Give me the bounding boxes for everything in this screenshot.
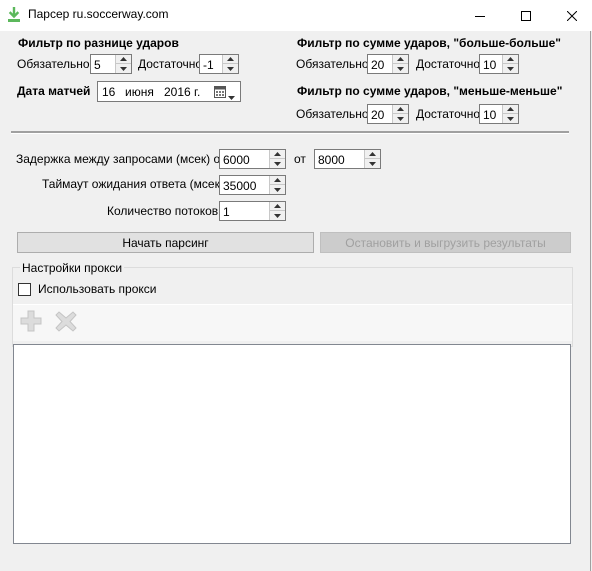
stepper-down-icon[interactable] xyxy=(270,211,285,220)
minimize-button[interactable] xyxy=(457,0,503,31)
sum-less-sufficient-label: Достаточно xyxy=(416,107,481,121)
sum-more-required-label: Обязательно xyxy=(296,57,369,71)
stepper-value: 5 xyxy=(94,58,101,72)
stepper-down-icon[interactable] xyxy=(116,64,131,73)
maximize-button[interactable] xyxy=(503,0,549,31)
stepper-down-icon[interactable] xyxy=(503,64,518,73)
delay-to-stepper[interactable]: 8000 xyxy=(314,149,381,169)
stepper-value: 20 xyxy=(371,108,385,122)
app-download-icon xyxy=(7,6,21,23)
stepper-up-icon[interactable] xyxy=(393,55,408,64)
stepper-value: 1 xyxy=(223,205,230,219)
stepper-value: 10 xyxy=(483,58,497,72)
close-button[interactable] xyxy=(549,0,592,31)
stepper-down-icon[interactable] xyxy=(393,64,408,73)
close-icon xyxy=(567,10,577,21)
start-parsing-button[interactable]: Начать парсинг xyxy=(17,232,314,253)
date-month: июня xyxy=(125,85,154,99)
delay-label: Задержка между запросами (мсек) от xyxy=(16,152,226,166)
stepper-up-icon[interactable] xyxy=(116,55,131,64)
match-date-picker[interactable]: 16 июня 2016 г. xyxy=(97,81,241,102)
use-proxy-checkbox[interactable] xyxy=(18,283,31,296)
stepper-up-icon[interactable] xyxy=(503,105,518,114)
shot-diff-required-stepper[interactable]: 5 xyxy=(90,54,132,74)
maximize-icon xyxy=(521,10,531,21)
stepper-up-icon[interactable] xyxy=(270,202,285,211)
date-year: 2016 г. xyxy=(164,85,201,99)
sum-less-sufficient-stepper[interactable]: 10 xyxy=(479,104,519,124)
stepper-value: 6000 xyxy=(223,153,250,167)
stepper-value: 35000 xyxy=(223,179,257,193)
match-date-label: Дата матчей xyxy=(17,84,91,98)
stepper-up-icon[interactable] xyxy=(365,150,380,159)
stepper-up-icon[interactable] xyxy=(393,105,408,114)
stepper-down-icon[interactable] xyxy=(223,64,238,73)
chevron-down-icon[interactable] xyxy=(228,89,235,103)
timeout-label: Таймаут ожидания ответа (мсек) xyxy=(42,177,224,191)
cross-icon[interactable] xyxy=(55,311,77,335)
stepper-up-icon[interactable] xyxy=(270,150,285,159)
use-proxy-label[interactable]: Использовать прокси xyxy=(38,282,157,296)
stepper-up-icon[interactable] xyxy=(503,55,518,64)
proxy-settings-title: Настройки прокси xyxy=(20,261,125,275)
stepper-value: 20 xyxy=(371,58,385,72)
sum-less-required-label: Обязательно xyxy=(296,107,369,121)
shot-diff-required-label: Обязательно xyxy=(17,57,90,71)
shot-diff-heading: Фильтр по разнице ударов xyxy=(18,36,179,50)
stop-and-export-button[interactable]: Остановить и выгрузить результаты xyxy=(320,232,571,253)
sum-more-sufficient-label: Достаточно xyxy=(416,57,481,71)
sum-less-required-stepper[interactable]: 20 xyxy=(367,104,409,124)
proxy-list[interactable] xyxy=(13,344,571,544)
stepper-up-icon[interactable] xyxy=(223,55,238,64)
threads-stepper[interactable]: 1 xyxy=(219,201,286,221)
stepper-value: 10 xyxy=(483,108,497,122)
stepper-down-icon[interactable] xyxy=(393,114,408,123)
sum-more-sufficient-stepper[interactable]: 10 xyxy=(479,54,519,74)
shot-diff-sufficient-stepper[interactable]: -1 xyxy=(199,54,239,74)
sum-more-required-stepper[interactable]: 20 xyxy=(367,54,409,74)
stepper-down-icon[interactable] xyxy=(503,114,518,123)
calendar-icon[interactable] xyxy=(214,85,226,101)
sum-less-heading: Фильтр по сумме ударов, "меньше-меньше" xyxy=(297,84,563,98)
proxy-toolbar xyxy=(13,304,572,341)
threads-label: Количество потоков xyxy=(107,204,219,218)
delay-to-label: от xyxy=(294,152,306,166)
timeout-stepper[interactable]: 35000 xyxy=(219,175,286,195)
shot-diff-sufficient-label: Достаточно xyxy=(138,57,203,71)
sum-more-heading: Фильтр по сумме ударов, "больше-больше" xyxy=(297,36,561,50)
separator xyxy=(11,131,569,134)
stepper-down-icon[interactable] xyxy=(365,159,380,168)
delay-from-stepper[interactable]: 6000 xyxy=(219,149,286,169)
window-title: Парсер ru.soccerway.com xyxy=(28,7,169,21)
minimize-icon xyxy=(475,15,485,17)
stepper-down-icon[interactable] xyxy=(270,159,285,168)
plus-icon[interactable] xyxy=(20,310,42,335)
stepper-value: -1 xyxy=(203,58,214,72)
stepper-up-icon[interactable] xyxy=(270,176,285,185)
date-day: 16 xyxy=(102,85,116,99)
stepper-down-icon[interactable] xyxy=(270,185,285,194)
stepper-value: 8000 xyxy=(318,153,345,167)
